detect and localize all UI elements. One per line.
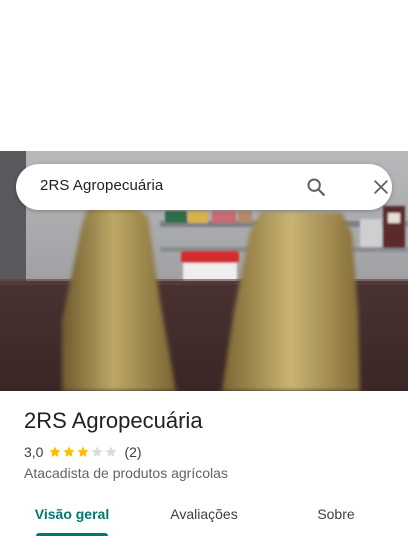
review-count[interactable]: (2) — [124, 444, 141, 460]
search-bar[interactable]: 2RS Agropecuária — [16, 164, 392, 210]
tab-about[interactable]: Sobre — [288, 492, 384, 536]
rating-row[interactable]: 3,0 (2) — [24, 444, 142, 460]
place-category[interactable]: Atacadista de produtos agrícolas — [24, 465, 228, 481]
search-icon — [307, 178, 325, 196]
search-input[interactable]: 2RS Agropecuária — [40, 177, 163, 194]
rating-stars — [48, 445, 118, 459]
close-button[interactable] — [367, 173, 395, 201]
place-title: 2RS Agropecuária — [24, 408, 203, 433]
star-icon — [77, 446, 90, 457]
star-icon — [91, 446, 104, 457]
star-icon — [49, 446, 62, 457]
star-icon — [63, 446, 76, 457]
star-icon — [105, 446, 118, 457]
close-icon — [374, 180, 388, 194]
active-tab-indicator — [36, 533, 108, 536]
place-panel: 2RS Agropecuária 2RS Agropecuária 3,0 (2… — [0, 0, 408, 542]
search-button[interactable] — [302, 173, 330, 201]
tab-overview[interactable]: Visão geral — [24, 492, 120, 536]
rating-value: 3,0 — [24, 444, 44, 460]
tab-bar: Visão geral Avaliações Sobre — [0, 492, 408, 538]
tab-reviews[interactable]: Avaliações — [156, 492, 252, 536]
